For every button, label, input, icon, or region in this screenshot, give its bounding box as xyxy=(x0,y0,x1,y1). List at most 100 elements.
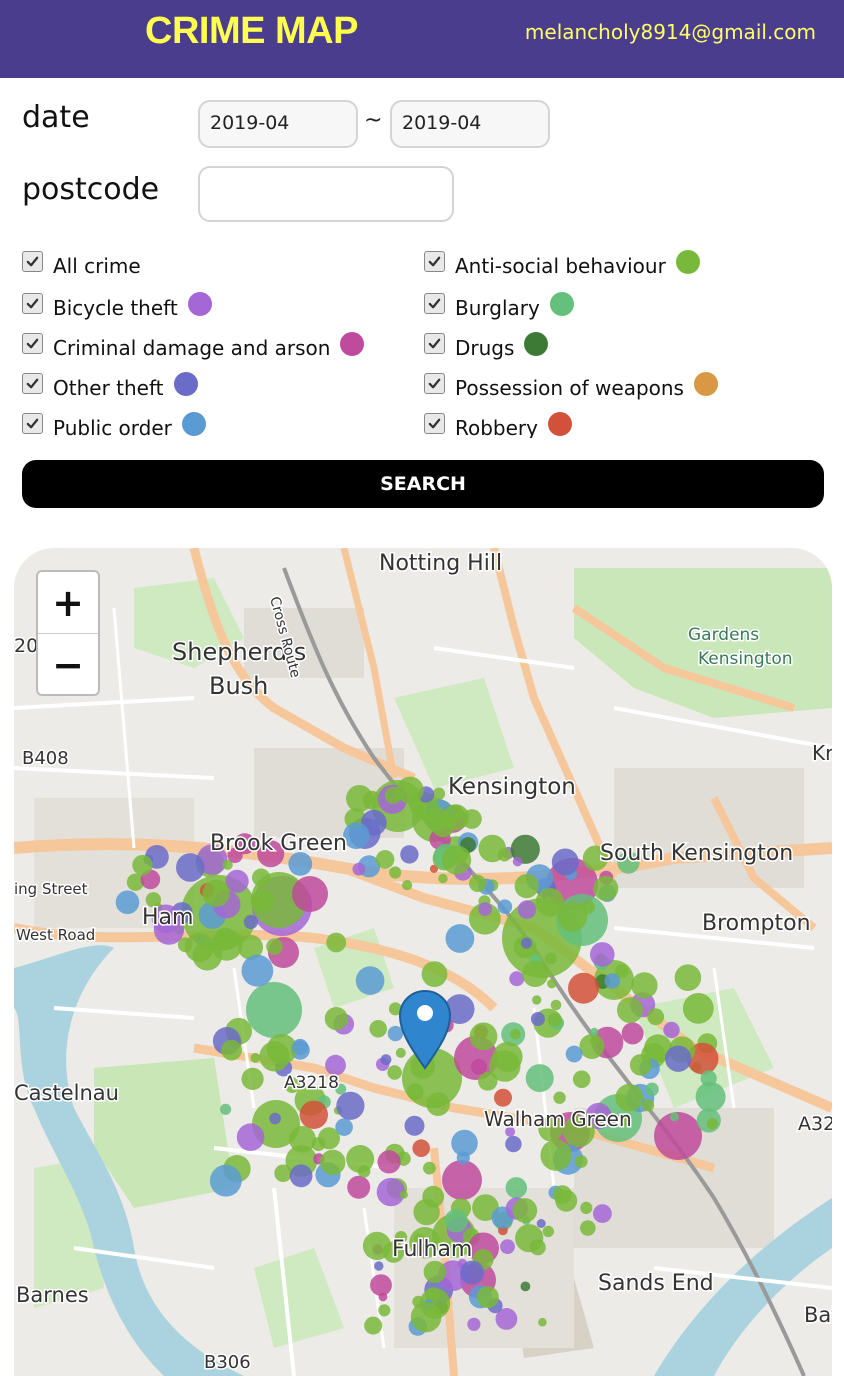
crime-marker[interactable] xyxy=(551,848,579,876)
crime-marker[interactable] xyxy=(665,1045,692,1072)
zoom-in-button[interactable]: + xyxy=(38,572,98,633)
crime-marker[interactable] xyxy=(553,1091,566,1104)
crime-marker[interactable] xyxy=(252,868,271,887)
crime-marker[interactable] xyxy=(695,1081,726,1112)
crime-marker[interactable] xyxy=(413,1198,440,1226)
crime-marker[interactable] xyxy=(378,1304,391,1317)
crime-marker[interactable] xyxy=(236,1123,265,1151)
crime-type-option[interactable]: Drugs xyxy=(424,330,549,366)
crime-marker[interactable] xyxy=(442,845,472,875)
crime-marker[interactable] xyxy=(423,1161,436,1175)
crime-marker[interactable] xyxy=(536,1219,546,1228)
crime-marker[interactable] xyxy=(347,1175,371,1199)
crime-type-option[interactable]: Criminal damage and arson xyxy=(22,330,365,366)
crime-marker[interactable] xyxy=(395,1047,406,1058)
crime-marker[interactable] xyxy=(572,1070,591,1089)
crime-marker[interactable] xyxy=(642,1099,655,1112)
crime-type-checkbox[interactable] xyxy=(424,332,445,354)
crime-marker[interactable] xyxy=(115,890,140,915)
crime-marker[interactable] xyxy=(202,879,230,907)
crime-marker[interactable] xyxy=(250,1052,261,1063)
crime-marker[interactable] xyxy=(540,1139,572,1171)
app-title[interactable]: CRIME MAP xyxy=(145,10,358,53)
crime-marker[interactable] xyxy=(399,1190,408,1199)
crime-marker[interactable] xyxy=(251,889,275,913)
search-button[interactable]: SEARCH xyxy=(22,460,824,508)
crime-marker[interactable] xyxy=(542,1225,554,1238)
crime-marker[interactable] xyxy=(378,1292,388,1302)
crime-type-checkbox[interactable] xyxy=(424,250,445,272)
crime-marker[interactable] xyxy=(515,1224,544,1253)
crime-marker[interactable] xyxy=(682,993,714,1024)
crime-marker[interactable] xyxy=(299,1100,328,1129)
crime-marker[interactable] xyxy=(488,1050,521,1082)
postcode-input[interactable] xyxy=(198,166,454,222)
crime-marker[interactable] xyxy=(374,1261,384,1271)
crime-type-checkbox[interactable] xyxy=(22,332,43,354)
crime-marker[interactable] xyxy=(426,1092,450,1116)
crime-marker[interactable] xyxy=(292,876,328,912)
crime-marker[interactable] xyxy=(629,1054,652,1076)
crime-marker[interactable] xyxy=(544,952,557,965)
crime-marker[interactable] xyxy=(176,853,205,882)
crime-marker[interactable] xyxy=(631,972,658,999)
crime-marker[interactable] xyxy=(241,954,274,987)
crime-type-option[interactable]: Other theft xyxy=(22,370,198,406)
crime-marker[interactable] xyxy=(460,1260,484,1285)
crime-marker[interactable] xyxy=(352,862,366,876)
crime-marker[interactable] xyxy=(509,971,525,987)
crime-marker[interactable] xyxy=(346,785,373,812)
crime-marker[interactable] xyxy=(604,973,621,989)
crime-marker[interactable] xyxy=(387,1025,404,1042)
crime-marker[interactable] xyxy=(362,1231,392,1260)
crime-marker[interactable] xyxy=(471,1058,487,1075)
crime-marker[interactable] xyxy=(318,1127,340,1150)
crime-map[interactable]: Notting Hill Shepherd's Bush Kensington Gard… xyxy=(14,548,832,1376)
date-from-input[interactable]: 2019-04 xyxy=(198,100,358,148)
crime-marker[interactable] xyxy=(555,1189,578,1212)
crime-marker[interactable] xyxy=(289,1125,316,1153)
crime-marker[interactable] xyxy=(346,1145,375,1173)
crime-marker[interactable] xyxy=(525,1064,554,1093)
crime-marker[interactable] xyxy=(289,1164,313,1188)
crime-marker[interactable] xyxy=(407,1083,424,1100)
crime-marker[interactable] xyxy=(377,1150,401,1174)
crime-marker[interactable] xyxy=(580,1201,593,1214)
crime-marker[interactable] xyxy=(500,1239,515,1254)
crime-marker[interactable] xyxy=(266,938,283,955)
crime-marker[interactable] xyxy=(467,1317,481,1331)
zoom-out-button[interactable]: − xyxy=(38,634,98,695)
crime-marker[interactable] xyxy=(274,1164,292,1183)
crime-marker[interactable] xyxy=(375,850,395,869)
crime-marker[interactable] xyxy=(324,1007,348,1031)
crime-marker[interactable] xyxy=(423,1260,446,1284)
crime-marker[interactable] xyxy=(438,873,448,884)
crime-type-checkbox[interactable] xyxy=(22,250,43,272)
crime-marker[interactable] xyxy=(532,995,542,1005)
crime-type-checkbox[interactable] xyxy=(22,292,43,314)
crime-marker[interactable] xyxy=(476,1286,499,1309)
crime-marker[interactable] xyxy=(402,880,413,891)
crime-type-checkbox[interactable] xyxy=(22,372,43,394)
crime-marker[interactable] xyxy=(700,1070,717,1087)
crime-marker[interactable] xyxy=(593,1204,612,1223)
crime-marker[interactable] xyxy=(574,1155,588,1168)
crime-marker[interactable] xyxy=(269,1112,281,1125)
crime-marker[interactable] xyxy=(674,964,702,991)
crime-marker[interactable] xyxy=(568,972,599,1004)
crime-marker[interactable] xyxy=(430,812,456,838)
crime-type-checkbox[interactable] xyxy=(22,412,43,434)
crime-marker[interactable] xyxy=(497,848,512,862)
crime-marker[interactable] xyxy=(520,1281,531,1292)
crime-marker[interactable] xyxy=(494,1088,512,1107)
crime-type-checkbox[interactable] xyxy=(424,412,445,434)
crime-marker[interactable] xyxy=(593,876,619,901)
crime-marker[interactable] xyxy=(241,1067,264,1090)
crime-marker[interactable] xyxy=(234,934,244,944)
crime-marker[interactable] xyxy=(647,1008,665,1026)
crime-marker[interactable] xyxy=(132,854,153,876)
crime-type-checkbox[interactable] xyxy=(424,292,445,314)
crime-type-option[interactable]: Robbery xyxy=(424,410,572,438)
crime-marker[interactable] xyxy=(548,1012,562,1027)
crime-type-option[interactable]: Bicycle theft xyxy=(22,290,212,326)
